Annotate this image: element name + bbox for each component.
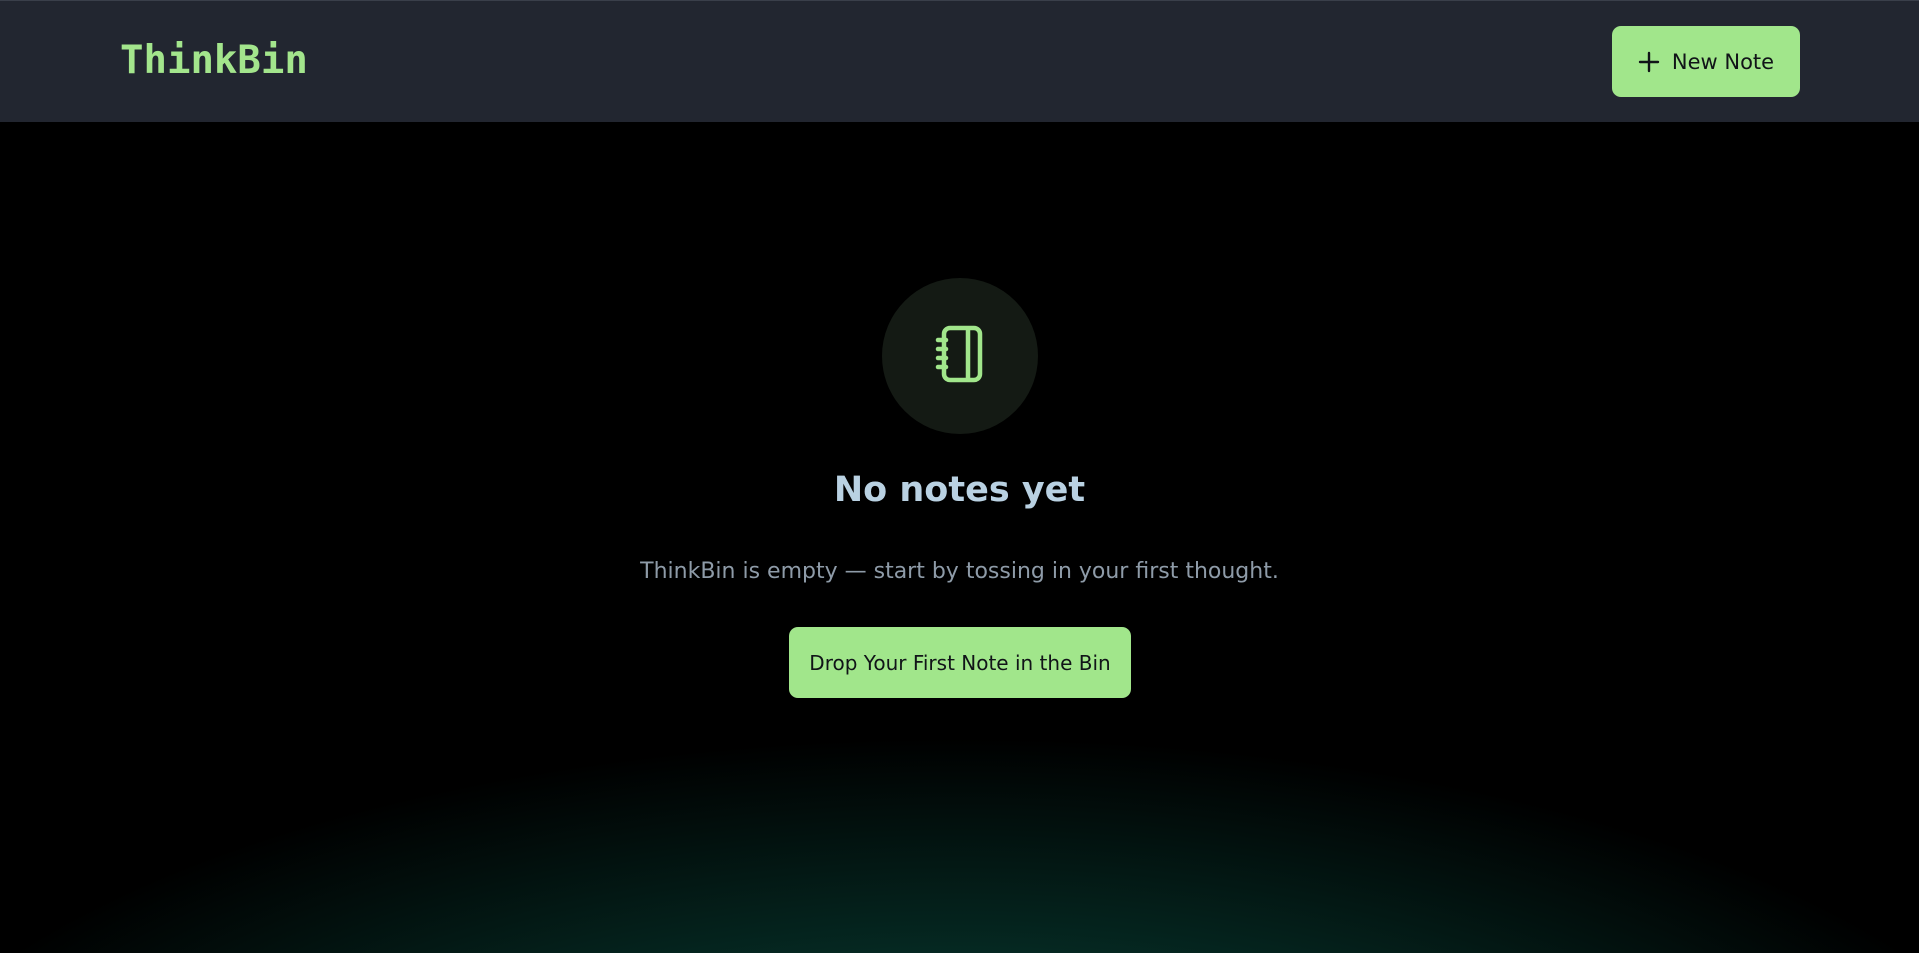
plus-icon — [1638, 51, 1660, 73]
create-first-note-button[interactable]: Drop Your First Note in the Bin — [789, 627, 1131, 698]
empty-state-icon-container — [882, 278, 1038, 434]
top-header: ThinkBin New Note — [0, 0, 1919, 122]
new-note-button[interactable]: New Note — [1612, 26, 1800, 97]
app-logo[interactable]: ThinkBin — [120, 37, 308, 85]
main-content — [0, 122, 1919, 953]
empty-state-description: ThinkBin is empty — start by tossing in … — [640, 559, 1279, 584]
empty-state-title: No notes yet — [833, 470, 1086, 510]
new-note-label: New Note — [1671, 49, 1775, 74]
notebook-icon — [932, 324, 988, 388]
